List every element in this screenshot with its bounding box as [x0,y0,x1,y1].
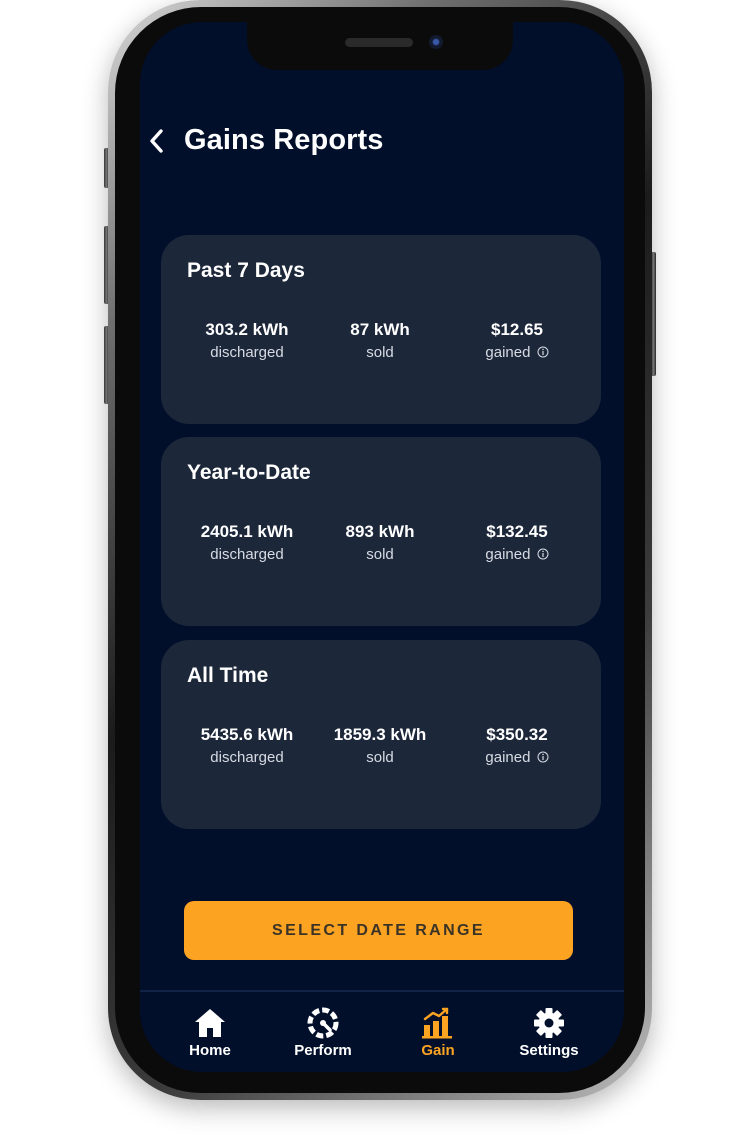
info-icon[interactable] [537,751,549,763]
stat-label-row: gained [452,341,582,365]
chevron-left-icon [150,129,163,153]
app-screen: Gains Reports Past 7 Days 303.2 kWh disc… [140,22,624,1072]
gear-icon [534,1008,564,1038]
stat-gained: $132.45 gained [452,521,582,567]
home-icon [195,1009,225,1037]
stat-value: $350.32 [486,725,548,744]
stat-gained: $12.65 gained [452,319,582,365]
stat-label: discharged [210,749,284,766]
card-title: Past 7 Days [187,259,305,282]
select-date-range-button[interactable]: SELECT DATE RANGE [184,901,573,960]
stat-value: 87 kWh [350,320,410,339]
stat-value: 2405.1 kWh [200,522,294,541]
stat-sold: 893 kWh sold [315,521,445,567]
tab-label: Gain [421,1042,455,1059]
back-button[interactable] [142,126,172,156]
tab-home[interactable]: Home [160,1006,260,1059]
stat-value: 303.2 kWh [205,320,289,339]
stat-label: sold [366,344,394,361]
tab-gain[interactable]: Gain [388,1006,488,1059]
stat-discharged: 5435.6 kWh discharged [182,724,312,770]
device-stage: Gains Reports Past 7 Days 303.2 kWh disc… [0,0,752,1137]
front-camera [429,35,443,49]
info-icon[interactable] [537,346,549,358]
notch [247,22,513,70]
card-title: Year-to-Date [187,461,311,484]
report-card-all-time: All Time 5435.6 kWh discharged 1859.3 kW… [161,640,601,829]
tab-perform[interactable]: Perform [273,1006,373,1059]
stat-sold: 1859.3 kWh sold [315,724,445,770]
info-icon[interactable] [537,548,549,560]
stat-label: discharged [210,546,284,563]
stat-label-row: gained [452,543,582,567]
report-card-year-to-date: Year-to-Date 2405.1 kWh discharged 893 k… [161,437,601,626]
card-title: All Time [187,664,269,687]
stat-discharged: 2405.1 kWh discharged [182,521,312,567]
stat-label-row: gained [452,746,582,770]
page-header: Gains Reports [140,122,624,162]
stat-value: 1859.3 kWh [333,725,427,744]
speaker-grille [345,38,413,47]
stat-value: $12.65 [491,320,543,339]
stat-value: 5435.6 kWh [200,725,294,744]
stat-label: gained [485,749,531,766]
stat-value: 893 kWh [345,522,415,541]
stat-discharged: 303.2 kWh discharged [182,319,312,365]
stat-label: gained [485,546,531,563]
stat-gained: $350.32 gained [452,724,582,770]
stat-label: gained [485,344,531,361]
report-card-past-7-days: Past 7 Days 303.2 kWh discharged 87 kWh … [161,235,601,424]
tab-label: Perform [294,1042,352,1059]
tab-label: Settings [519,1042,579,1059]
gauge-icon [307,1007,339,1039]
stat-label: discharged [210,344,284,361]
stat-value: $132.45 [486,522,548,541]
bar-chart-icon [422,1007,452,1039]
page-title: Gains Reports [184,124,384,156]
stat-sold: 87 kWh sold [315,319,445,365]
tab-settings[interactable]: Settings [499,1006,599,1059]
stat-label: sold [366,749,394,766]
phone-frame: Gains Reports Past 7 Days 303.2 kWh disc… [108,0,652,1100]
bottom-tab-bar: Home Perform Gain Settings [140,990,624,1072]
tab-label: Home [189,1042,231,1059]
stat-label: sold [366,546,394,563]
